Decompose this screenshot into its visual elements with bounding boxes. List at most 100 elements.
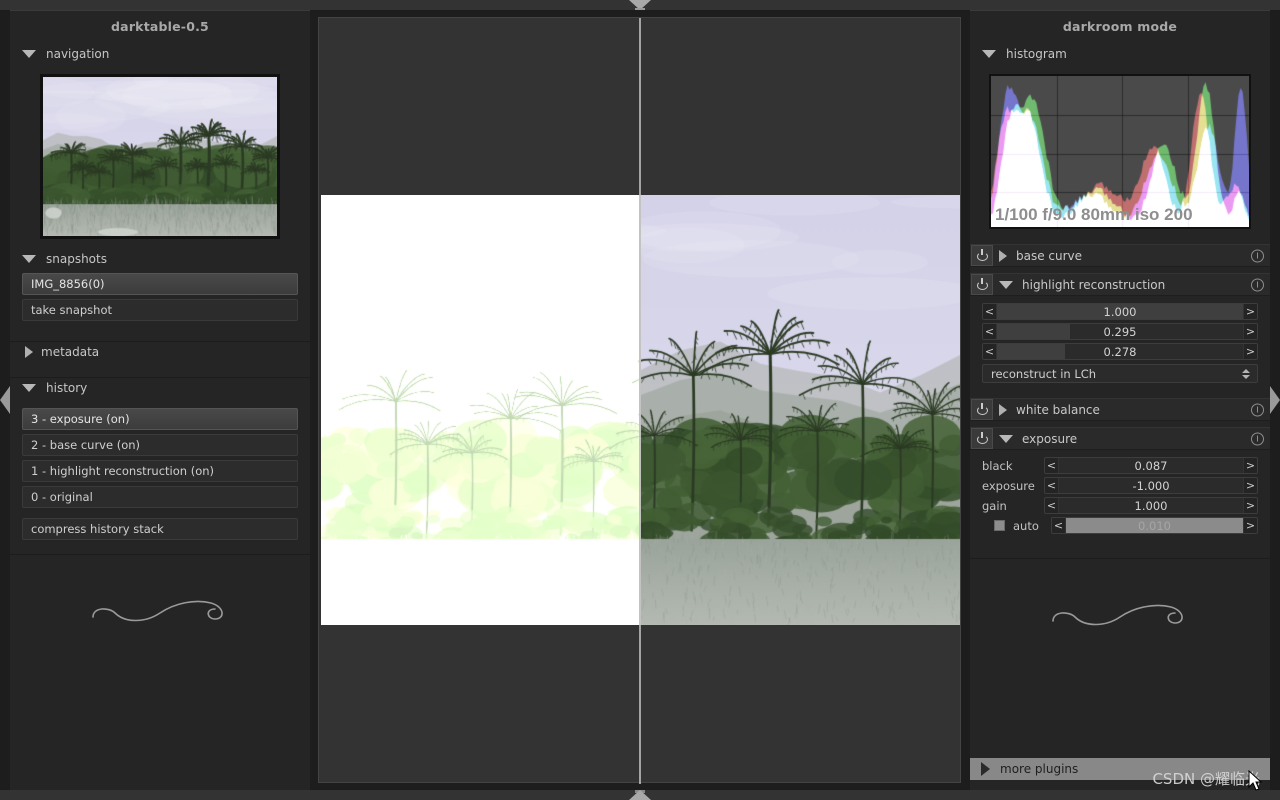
power-icon[interactable] bbox=[971, 428, 993, 449]
slider-value: 0.295 bbox=[1103, 324, 1137, 339]
slider-value: 1.000 bbox=[1103, 304, 1137, 319]
histogram-header[interactable]: histogram bbox=[970, 44, 1270, 64]
slider-row: exposure < -1.000 > bbox=[982, 477, 1258, 494]
power-icon[interactable] bbox=[971, 245, 993, 266]
navigation-header[interactable]: navigation bbox=[10, 44, 310, 64]
module-name: highlight reconstruction bbox=[1022, 277, 1166, 292]
decrement-arrow-icon[interactable]: < bbox=[1045, 458, 1059, 473]
chevron-right-icon[interactable] bbox=[1270, 386, 1280, 414]
slider-value: 0.278 bbox=[1103, 344, 1137, 359]
slider-row: gain < 1.000 > bbox=[982, 497, 1258, 514]
power-icon[interactable] bbox=[971, 274, 993, 295]
info-icon[interactable] bbox=[1251, 249, 1264, 262]
increment-arrow-icon[interactable]: > bbox=[1243, 304, 1257, 319]
history-item[interactable]: 1 - highlight reconstruction (on) bbox=[22, 460, 298, 482]
increment-arrow-icon[interactable]: > bbox=[1243, 518, 1257, 533]
history-item[interactable]: 3 - exposure (on) bbox=[22, 408, 298, 430]
histogram-label: histogram bbox=[1006, 47, 1067, 61]
module-highlight-reconstruction: highlight reconstruction < 1.000 > < 0.2… bbox=[970, 273, 1270, 392]
slider-value: 1.000 bbox=[1134, 498, 1168, 513]
snapshot-item[interactable]: IMG_8856(0) bbox=[22, 273, 298, 295]
info-icon[interactable] bbox=[1251, 432, 1264, 445]
auto-label: auto bbox=[1013, 518, 1039, 533]
app-title: darktable-0.5 bbox=[111, 19, 209, 34]
decrement-arrow-icon[interactable]: < bbox=[1045, 478, 1059, 493]
darktable-window: darktable-0.5 navigation snapshots IMG_8… bbox=[0, 0, 1280, 800]
gain-slider[interactable]: < 1.000 > bbox=[1044, 497, 1258, 514]
slider-row: < 0.295 > bbox=[982, 323, 1258, 340]
right-panel-collapse-handle[interactable] bbox=[1270, 386, 1280, 414]
increment-arrow-icon[interactable]: > bbox=[1243, 344, 1257, 359]
caret-right-icon[interactable] bbox=[981, 762, 990, 776]
highlight-reconstruction-header[interactable]: highlight reconstruction bbox=[970, 273, 1270, 296]
after-image bbox=[641, 195, 960, 625]
caret-right-icon[interactable] bbox=[999, 403, 1007, 416]
exposure-slider[interactable]: < -1.000 > bbox=[1044, 477, 1258, 494]
snapshots-label: snapshots bbox=[46, 252, 107, 266]
history-label: history bbox=[46, 381, 88, 395]
black-slider[interactable]: < 0.087 > bbox=[1044, 457, 1258, 474]
before-after-split-handle[interactable] bbox=[639, 18, 641, 784]
caret-down-icon[interactable] bbox=[22, 255, 36, 263]
auto-threshold-slider[interactable]: < 0.010 > bbox=[1051, 517, 1258, 534]
section-snapshots: snapshots IMG_8856(0) take snapshot bbox=[10, 249, 310, 321]
increment-arrow-icon[interactable]: > bbox=[1243, 478, 1257, 493]
divider bbox=[10, 554, 310, 555]
left-panel-collapse-handle[interactable] bbox=[0, 386, 10, 414]
chevron-up-icon[interactable] bbox=[629, 790, 651, 800]
take-snapshot-button[interactable]: take snapshot bbox=[22, 299, 298, 321]
increment-arrow-icon[interactable]: > bbox=[1243, 324, 1257, 339]
caret-down-icon[interactable] bbox=[22, 50, 36, 58]
power-icon[interactable] bbox=[971, 399, 993, 420]
increment-arrow-icon[interactable]: > bbox=[1243, 498, 1257, 513]
caret-down-icon[interactable] bbox=[999, 280, 1013, 289]
base-curve-header[interactable]: base curve bbox=[970, 244, 1270, 267]
chevron-left-icon[interactable] bbox=[0, 386, 10, 414]
metadata-label: metadata bbox=[41, 345, 100, 359]
caret-right-icon[interactable] bbox=[999, 249, 1007, 262]
hr-slider-3[interactable]: < 0.278 > bbox=[982, 343, 1258, 360]
histogram-graph[interactable]: 1/100 f/9.0 80mm iso 200 bbox=[989, 74, 1251, 229]
white-balance-header[interactable]: white balance bbox=[970, 398, 1270, 421]
reconstruct-method-select[interactable]: reconstruct in LCh bbox=[982, 364, 1258, 383]
top-panel-collapse-bar[interactable] bbox=[0, 0, 1280, 10]
black-label: black bbox=[982, 458, 1013, 473]
history-header[interactable]: history bbox=[10, 378, 310, 398]
exposure-header[interactable]: exposure bbox=[970, 427, 1270, 450]
decrement-arrow-icon[interactable]: < bbox=[983, 324, 997, 339]
image-stage[interactable] bbox=[321, 195, 960, 625]
caret-down-icon[interactable] bbox=[22, 384, 36, 392]
left-panel: darktable-0.5 navigation snapshots IMG_8… bbox=[10, 10, 310, 790]
image-canvas[interactable] bbox=[318, 17, 961, 784]
chevron-down-icon[interactable] bbox=[629, 0, 651, 10]
navigation-label: navigation bbox=[46, 47, 110, 61]
slider-value: -1.000 bbox=[1132, 478, 1170, 493]
hr-slider-1[interactable]: < 1.000 > bbox=[982, 303, 1258, 320]
history-item[interactable]: 2 - base curve (on) bbox=[22, 434, 298, 456]
caret-down-icon[interactable] bbox=[999, 434, 1013, 443]
hr-slider-2[interactable]: < 0.295 > bbox=[982, 323, 1258, 340]
more-plugins-bar[interactable]: more plugins bbox=[970, 758, 1270, 780]
decrement-arrow-icon[interactable]: < bbox=[1045, 498, 1059, 513]
caret-right-icon[interactable] bbox=[25, 346, 33, 358]
section-histogram: histogram 1/100 f/9.0 80mm iso 200 bbox=[970, 44, 1270, 229]
compress-history-stack-button[interactable]: compress history stack bbox=[22, 518, 298, 540]
caret-down-icon[interactable] bbox=[982, 50, 996, 58]
chevron-updown-icon[interactable] bbox=[1242, 368, 1250, 379]
info-icon[interactable] bbox=[1251, 278, 1264, 291]
snapshots-header[interactable]: snapshots bbox=[10, 249, 310, 269]
right-panel: darkroom mode histogram 1/100 f/9.0 80mm… bbox=[970, 10, 1270, 790]
auto-checkbox[interactable] bbox=[994, 520, 1005, 531]
increment-arrow-icon[interactable]: > bbox=[1243, 458, 1257, 473]
info-icon[interactable] bbox=[1251, 403, 1264, 416]
metadata-header[interactable]: metadata bbox=[10, 342, 310, 362]
module-white-balance: white balance bbox=[970, 398, 1270, 421]
decrement-arrow-icon[interactable]: < bbox=[983, 344, 997, 359]
history-item[interactable]: 0 - original bbox=[22, 486, 298, 508]
navigation-thumbnail[interactable] bbox=[40, 74, 280, 239]
decrement-arrow-icon[interactable]: < bbox=[983, 304, 997, 319]
bottom-panel-collapse-bar[interactable] bbox=[0, 790, 1280, 800]
module-name: white balance bbox=[1016, 402, 1100, 417]
section-metadata: metadata bbox=[10, 342, 310, 362]
decrement-arrow-icon[interactable]: < bbox=[1052, 518, 1066, 533]
